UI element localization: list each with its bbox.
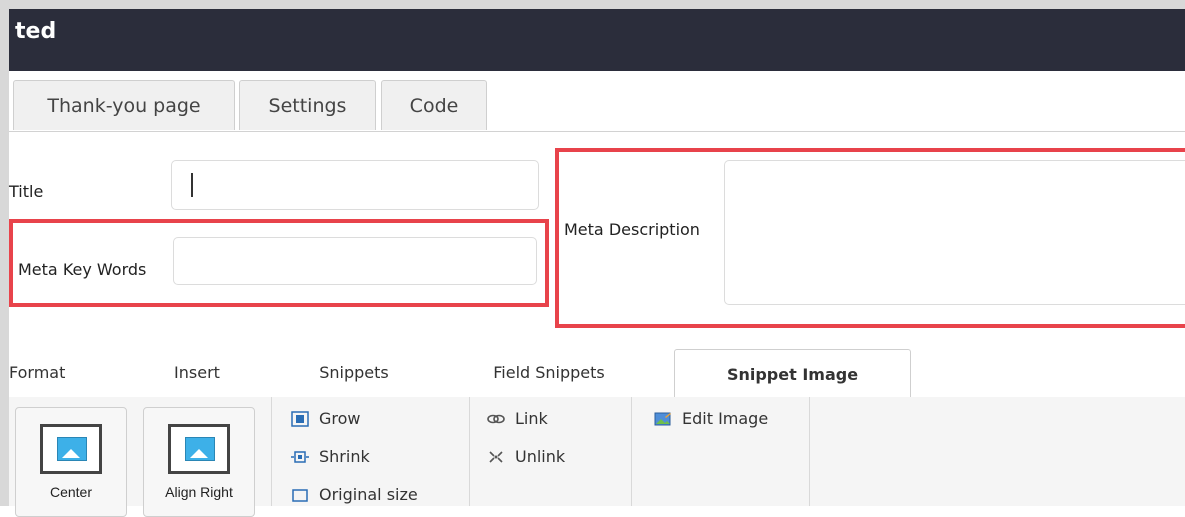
ribbon-tab-format[interactable]: Format: [9, 347, 94, 397]
text-caret: [191, 173, 193, 197]
unlink-icon: [487, 449, 505, 465]
ribbon-tab-label: Format: [9, 362, 66, 382]
ribbon-separator: [271, 397, 272, 506]
ribbon-separator: [631, 397, 632, 506]
ribbon-tabs: Format Insert Snippets Field Snippets Sn…: [9, 347, 1185, 398]
shrink-label: Shrink: [319, 447, 370, 466]
edit-image-icon: [654, 411, 672, 427]
unlink-button[interactable]: Unlink: [487, 447, 565, 466]
ribbon-tab-snippets[interactable]: Snippets: [299, 347, 409, 397]
window-edge-left: [0, 0, 9, 506]
ribbon-tab-label: Snippet Image: [726, 364, 859, 384]
original-size-icon: [291, 487, 309, 503]
edit-image-button[interactable]: Edit Image: [654, 409, 768, 428]
app-window: ted Thank-you page Settings Code Title M…: [0, 0, 1185, 517]
window-title: ted: [15, 19, 57, 44]
original-size-button[interactable]: Original size: [291, 485, 418, 504]
align-right-button[interactable]: Align Right: [143, 407, 255, 517]
image-align-right-icon: [168, 424, 230, 474]
tab-code[interactable]: Code: [381, 80, 487, 130]
image-center-icon: [40, 424, 102, 474]
tab-thank-you-page[interactable]: Thank-you page: [13, 80, 235, 130]
ribbon-panel: Center Align Right Grow Shrink Original …: [9, 397, 1185, 517]
ribbon-separator: [469, 397, 470, 506]
highlight-description-box: [555, 148, 1185, 328]
window-edge-top: [0, 0, 1185, 9]
title-label: Title: [9, 182, 44, 201]
tab-settings[interactable]: Settings: [239, 80, 376, 130]
shrink-icon: [291, 449, 309, 465]
ribbon-tab-label: Field Snippets: [493, 362, 605, 382]
ribbon-separator: [809, 397, 810, 506]
ribbon-tab-insert[interactable]: Insert: [157, 347, 237, 397]
center-label: Center: [49, 484, 93, 500]
unlink-label: Unlink: [515, 447, 566, 466]
link-icon: [487, 411, 505, 427]
link-label: Link: [515, 409, 548, 428]
tab-label: Code: [409, 94, 459, 117]
tab-label: Settings: [268, 94, 347, 117]
grow-label: Grow: [319, 409, 361, 428]
page-tabs: Thank-you page Settings Code: [9, 71, 1185, 132]
ribbon-tab-label: Insert: [174, 362, 220, 382]
edit-image-label: Edit Image: [682, 409, 769, 428]
grow-icon: [291, 410, 309, 427]
ribbon-tab-snippet-image[interactable]: Snippet Image: [674, 349, 911, 398]
tab-label: Thank-you page: [47, 94, 201, 117]
shrink-button[interactable]: Shrink: [291, 447, 370, 466]
grow-button[interactable]: Grow: [291, 409, 361, 428]
center-button[interactable]: Center: [15, 407, 127, 517]
highlight-keywords-box: [9, 219, 549, 307]
ribbon-tab-label: Snippets: [319, 362, 389, 382]
original-size-label: Original size: [319, 485, 418, 504]
ribbon-tab-field-snippets[interactable]: Field Snippets: [469, 347, 629, 397]
link-button[interactable]: Link: [487, 409, 548, 428]
align-right-label: Align Right: [165, 484, 233, 500]
title-bar: ted: [9, 9, 1185, 71]
title-input[interactable]: [171, 160, 539, 210]
